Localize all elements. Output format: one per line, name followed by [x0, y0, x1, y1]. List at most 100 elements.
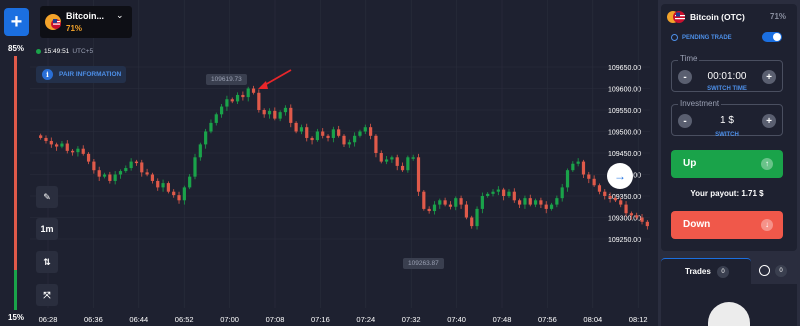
y-tick-label: 109250.00	[608, 237, 641, 244]
bitcoin-flag-icon	[45, 14, 61, 30]
candle-body	[342, 135, 346, 145]
x-tick-label: 08:12	[629, 315, 648, 324]
candle-body	[539, 200, 543, 205]
candle-body	[470, 217, 474, 227]
candle-body	[283, 107, 288, 113]
timeframe-button[interactable]: 1m	[36, 218, 58, 240]
candle-body	[395, 157, 399, 166]
pending-trade-label[interactable]: PENDING TRADE	[671, 34, 732, 41]
panel-asset-pct: 71%	[770, 12, 787, 21]
tab-trades[interactable]: Trades 0	[661, 258, 751, 284]
y-tick-label: 109350.00	[608, 194, 641, 201]
candle-body	[214, 114, 218, 123]
chevron-down-icon[interactable]: ⌄	[116, 10, 124, 21]
up-button[interactable]: Up ↑	[671, 150, 783, 178]
panel-asset[interactable]: Bitcoin (OTC)	[667, 11, 745, 23]
candle-body	[289, 107, 293, 123]
candle-body	[454, 198, 458, 207]
candle-body	[443, 200, 447, 205]
add-asset-button[interactable]: +	[4, 8, 29, 36]
candle-body	[102, 174, 107, 177]
candle-body	[613, 198, 618, 201]
candle-body	[257, 92, 261, 110]
x-tick-label: 07:48	[493, 315, 512, 324]
y-tick-label: 109600.00	[608, 87, 641, 94]
payout-text: Your payout: 1.71 $	[690, 189, 764, 198]
annotation-arrow-head	[258, 81, 268, 89]
candle-body	[262, 110, 266, 115]
info-icon: i	[42, 69, 53, 80]
tab-history[interactable]: 0	[753, 258, 797, 284]
candle-body	[145, 172, 149, 175]
candle-body	[113, 174, 117, 181]
draw-tool-button[interactable]: ✎	[36, 186, 58, 208]
candle-body	[571, 163, 575, 171]
candle-body	[65, 143, 69, 151]
x-tick-label: 06:52	[175, 315, 194, 324]
candle-body	[150, 174, 155, 181]
candle-body	[432, 204, 437, 212]
candle-body	[347, 142, 351, 145]
sentiment-up-bar	[14, 270, 17, 310]
x-tick-label: 07:16	[311, 315, 330, 324]
trades-tab-label: Trades	[685, 267, 711, 276]
low-price-tag: 109263.87	[403, 258, 444, 269]
candle-body	[204, 131, 208, 145]
candle-body	[502, 189, 506, 196]
candle-body	[448, 204, 453, 207]
asset-tab[interactable]: Bitcoin... 71% ⌄	[40, 6, 132, 38]
candle-body	[299, 127, 304, 132]
candle-body	[39, 135, 43, 138]
x-tick-label: 07:56	[538, 315, 557, 324]
down-button[interactable]: Down ↓	[671, 211, 783, 239]
candle-body	[108, 174, 112, 181]
candle-body	[337, 129, 341, 136]
candle-body	[640, 217, 644, 222]
candle-body	[555, 198, 559, 205]
candle-body	[161, 183, 165, 188]
arrow-right-icon[interactable]: →	[607, 163, 633, 189]
pair-information-label: PAIR INFORMATION	[59, 71, 122, 78]
candle-body	[182, 187, 186, 201]
indicators-button[interactable]: ⤧	[36, 284, 58, 306]
price-chart[interactable]: 109650.00 109600.00 109550.00 109500.00 1094…	[0, 0, 658, 326]
candle-body	[619, 200, 623, 205]
candle-body	[118, 171, 123, 175]
x-tick-label: 06:36	[84, 315, 103, 324]
candle-body	[459, 198, 463, 205]
pair-information-button[interactable]: i PAIR INFORMATION	[36, 66, 126, 83]
investment-label: Investment	[678, 99, 722, 108]
candle-body	[60, 143, 64, 147]
switch-time-link[interactable]: SWITCH TIME	[671, 86, 783, 92]
candle-body	[188, 176, 192, 188]
candle-body	[576, 161, 580, 164]
pending-trade-toggle[interactable]	[762, 32, 782, 42]
switch-investment-link[interactable]: SWITCH	[671, 132, 783, 138]
online-dot-icon	[36, 49, 41, 54]
candle-body	[273, 110, 277, 119]
clock-timezone: UTC+5	[72, 48, 94, 55]
candle-body	[507, 191, 511, 196]
candle-body	[581, 161, 586, 175]
candle-body	[587, 174, 591, 179]
candle-body	[124, 168, 128, 172]
y-tick-label: 109450.00	[608, 151, 641, 158]
chart-area[interactable]: 109650.00 109600.00 109550.00 109500.00 1094…	[0, 0, 658, 326]
candle-body	[560, 187, 564, 199]
candle-body	[464, 204, 468, 218]
candle-body	[305, 127, 309, 138]
investment-increase-button[interactable]: +	[762, 114, 776, 128]
candle-body	[310, 137, 314, 141]
up-button-label: Up	[683, 158, 697, 169]
time-increase-button[interactable]: +	[762, 70, 776, 84]
candle-body	[321, 131, 325, 136]
candle-body	[86, 153, 91, 162]
candle-body	[480, 196, 484, 209]
sentiment-down-bar	[14, 56, 17, 270]
candle-body	[55, 144, 59, 147]
candle-body	[603, 191, 607, 196]
candle-body	[81, 148, 85, 154]
chart-type-button[interactable]: ⇅	[36, 251, 58, 273]
candle-body	[400, 165, 405, 171]
candle-body	[251, 88, 256, 93]
